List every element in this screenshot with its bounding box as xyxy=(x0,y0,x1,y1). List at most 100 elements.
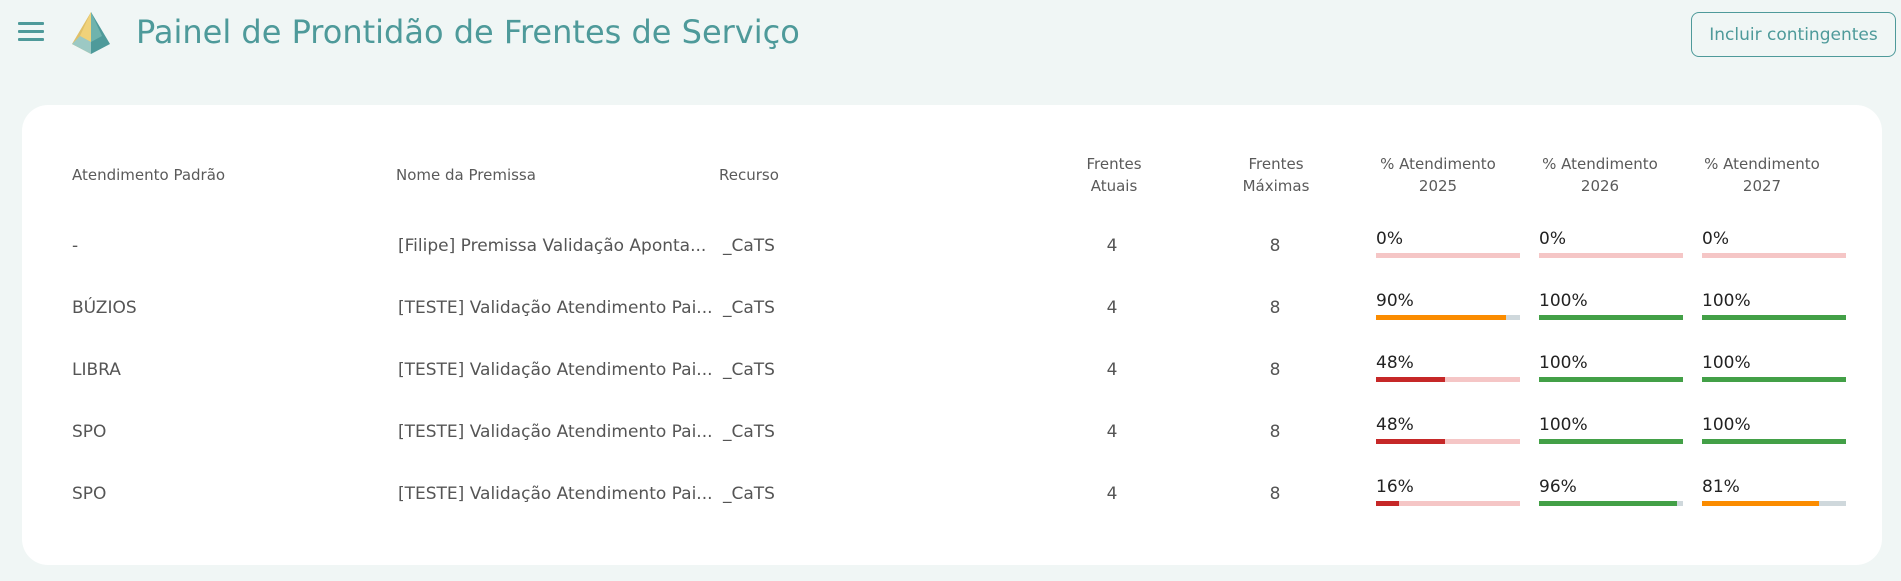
progress-track-2027 xyxy=(1702,315,1846,320)
progress-fill-2025 xyxy=(1376,377,1446,382)
column-header-pct-2025[interactable]: % Atendimento 2025 xyxy=(1368,153,1508,197)
column-header-pct-2025-line1: % Atendimento xyxy=(1380,155,1496,173)
column-header-pct-2026[interactable]: % Atendimento 2026 xyxy=(1530,153,1670,197)
progress-fill-2026 xyxy=(1539,501,1678,506)
progress-value-2027: 100% xyxy=(1702,415,1751,435)
progress-track-2026 xyxy=(1539,377,1683,382)
progress-value-2026: 100% xyxy=(1539,353,1588,373)
column-header-frentes-maximas-line2: Máximas xyxy=(1242,177,1310,195)
column-header-pct-2025-year: 2025 xyxy=(1418,177,1458,195)
pyramid-logo-icon xyxy=(72,12,110,54)
cell-frentes-maximas: 8 xyxy=(1269,484,1281,504)
cell-frentes-atuais: 4 xyxy=(1106,422,1118,442)
column-header-frentes-atuais-line1: Frentes xyxy=(1086,155,1142,173)
progress-value-2025: 90% xyxy=(1376,291,1414,311)
column-header-frentes-maximas[interactable]: Frentes Máximas xyxy=(1206,153,1346,197)
progress-track-2026 xyxy=(1539,253,1683,258)
progress-value-2025: 48% xyxy=(1376,353,1414,373)
cell-frentes-atuais: 4 xyxy=(1106,298,1118,318)
cell-atendimento: SPO xyxy=(72,484,107,504)
progress-track-2027 xyxy=(1702,377,1846,382)
progress-2027: 0% xyxy=(1702,229,1846,258)
progress-fill-2026 xyxy=(1539,315,1683,320)
progress-2025: 48% xyxy=(1376,353,1520,382)
cell-atendimento: BÚZIOS xyxy=(72,298,137,318)
column-header-frentes-maximas-line1: Frentes xyxy=(1248,155,1304,173)
progress-fill-2027 xyxy=(1702,377,1846,382)
progress-value-2025: 16% xyxy=(1376,477,1414,497)
progress-2026: 96% xyxy=(1539,477,1683,506)
progress-value-2026: 100% xyxy=(1539,291,1588,311)
cell-premissa: [TESTE] Validação Atendimento Pai... xyxy=(398,360,713,380)
cell-frentes-maximas: 8 xyxy=(1269,360,1281,380)
progress-track-2027 xyxy=(1702,439,1846,444)
cell-recurso: _CaTS xyxy=(723,236,775,256)
cell-recurso: _CaTS xyxy=(723,360,775,380)
cell-atendimento: SPO xyxy=(72,422,107,442)
progress-value-2026: 96% xyxy=(1539,477,1577,497)
column-header-pct-2027-year: 2027 xyxy=(1742,177,1782,195)
progress-2025: 48% xyxy=(1376,415,1520,444)
cell-frentes-atuais: 4 xyxy=(1106,236,1118,256)
progress-track-2026 xyxy=(1539,315,1683,320)
cell-frentes-maximas: 8 xyxy=(1269,422,1281,442)
page-title: Painel de Prontidão de Frentes de Serviç… xyxy=(136,13,800,51)
progress-2027: 81% xyxy=(1702,477,1846,506)
progress-track-2025 xyxy=(1376,439,1520,444)
column-header-frentes-atuais-line2: Atuais xyxy=(1090,177,1138,195)
column-header-pct-2027-line1: % Atendimento xyxy=(1704,155,1820,173)
progress-value-2026: 100% xyxy=(1539,415,1588,435)
progress-2025: 0% xyxy=(1376,229,1520,258)
readiness-table-card: Atendimento Padrão Nome da Premissa Recu… xyxy=(22,105,1882,565)
cell-atendimento: - xyxy=(72,236,79,256)
column-header-frentes-atuais[interactable]: Frentes Atuais xyxy=(1044,153,1184,197)
cell-premissa: [TESTE] Validação Atendimento Pai... xyxy=(398,422,713,442)
progress-2026: 100% xyxy=(1539,353,1683,382)
progress-track-2026 xyxy=(1539,501,1683,506)
column-header-pct-2027[interactable]: % Atendimento 2027 xyxy=(1692,153,1832,197)
progress-fill-2027 xyxy=(1702,439,1846,444)
progress-2027: 100% xyxy=(1702,415,1846,444)
progress-2025: 16% xyxy=(1376,477,1520,506)
cell-recurso: _CaTS xyxy=(723,484,775,504)
top-bar: Painel de Prontidão de Frentes de Serviç… xyxy=(0,0,1901,70)
progress-track-2025 xyxy=(1376,377,1520,382)
cell-frentes-atuais: 4 xyxy=(1106,360,1118,380)
progress-fill-2027 xyxy=(1702,501,1819,506)
cell-frentes-atuais: 4 xyxy=(1106,484,1118,504)
progress-value-2026: 0% xyxy=(1539,229,1566,249)
progress-track-2025 xyxy=(1376,253,1520,258)
progress-2027: 100% xyxy=(1702,291,1846,320)
column-header-recurso[interactable]: Recurso xyxy=(719,164,779,186)
progress-value-2027: 100% xyxy=(1702,353,1751,373)
cell-frentes-maximas: 8 xyxy=(1269,236,1281,256)
progress-value-2027: 0% xyxy=(1702,229,1729,249)
progress-fill-2025 xyxy=(1376,315,1506,320)
cell-premissa: [Filipe] Premissa Validação Aponta... xyxy=(398,236,707,256)
cell-atendimento: LIBRA xyxy=(72,360,121,380)
cell-recurso: _CaTS xyxy=(723,298,775,318)
column-header-premissa[interactable]: Nome da Premissa xyxy=(396,164,536,186)
column-header-pct-2026-year: 2026 xyxy=(1580,177,1620,195)
progress-track-2027 xyxy=(1702,501,1846,506)
progress-track-2027 xyxy=(1702,253,1846,258)
progress-2027: 100% xyxy=(1702,353,1846,382)
progress-value-2025: 48% xyxy=(1376,415,1414,435)
progress-2026: 0% xyxy=(1539,229,1683,258)
include-contingents-button[interactable]: Incluir contingentes xyxy=(1691,12,1896,57)
progress-fill-2026 xyxy=(1539,377,1683,382)
progress-fill-2026 xyxy=(1539,439,1683,444)
cell-frentes-maximas: 8 xyxy=(1269,298,1281,318)
column-header-pct-2026-line1: % Atendimento xyxy=(1542,155,1658,173)
progress-value-2025: 0% xyxy=(1376,229,1403,249)
column-header-atendimento[interactable]: Atendimento Padrão xyxy=(72,164,225,186)
progress-value-2027: 100% xyxy=(1702,291,1751,311)
cell-premissa: [TESTE] Validação Atendimento Pai... xyxy=(398,484,713,504)
progress-value-2027: 81% xyxy=(1702,477,1740,497)
progress-2026: 100% xyxy=(1539,291,1683,320)
cell-recurso: _CaTS xyxy=(723,422,775,442)
progress-fill-2027 xyxy=(1702,315,1846,320)
hamburger-menu-icon[interactable] xyxy=(18,22,46,44)
progress-fill-2025 xyxy=(1376,501,1400,506)
progress-2025: 90% xyxy=(1376,291,1520,320)
